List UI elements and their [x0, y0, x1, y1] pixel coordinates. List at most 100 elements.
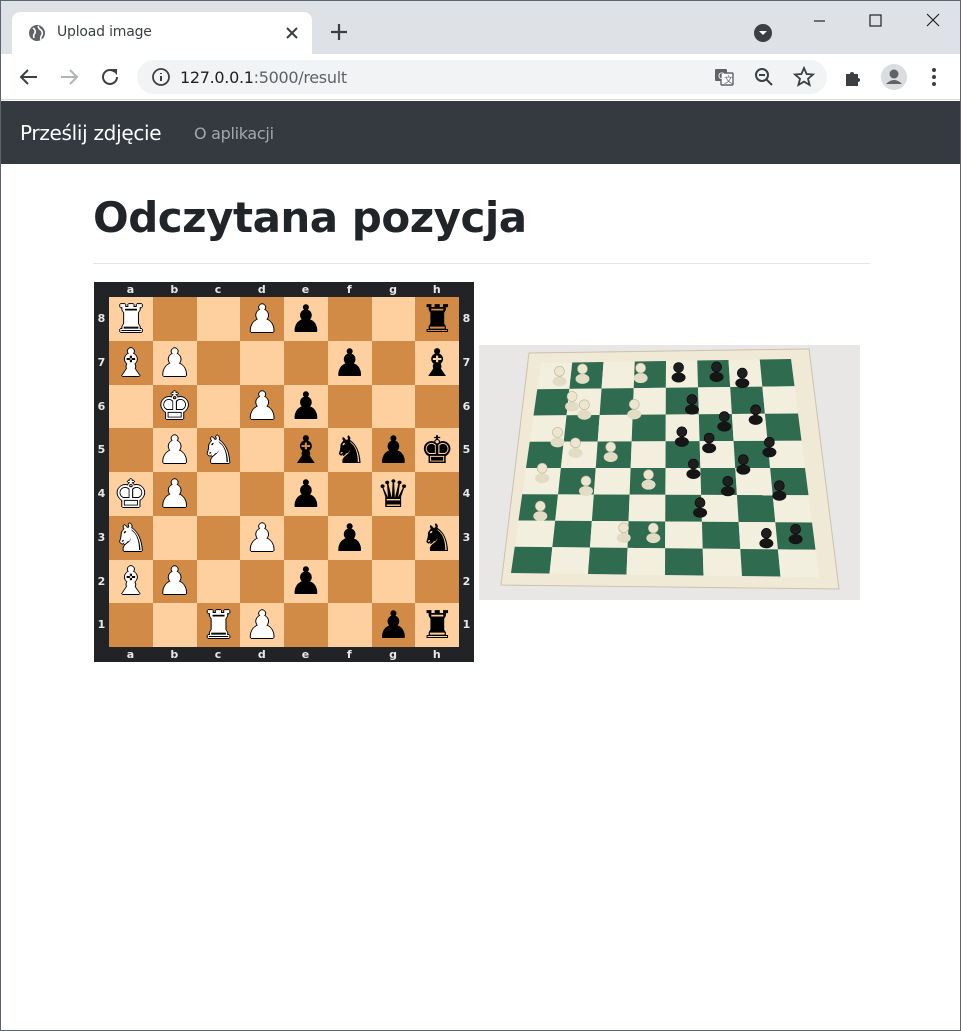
- forward-arrow-icon[interactable]: [57, 65, 81, 89]
- black-king-icon: ♚: [420, 428, 455, 473]
- square-c8: [196, 297, 241, 341]
- black-pawn-icon: ♟: [376, 603, 411, 648]
- white-photo-piece: [577, 409, 592, 420]
- black-photo-piece-head: [722, 475, 734, 487]
- white-photo-piece-head: [554, 366, 565, 377]
- square-h2: [415, 559, 459, 604]
- file-label-h: h: [432, 283, 441, 296]
- file-label-f: f: [346, 648, 352, 661]
- black-queen-icon: ♛: [376, 471, 411, 516]
- info-icon[interactable]: [149, 65, 173, 89]
- white-pawn-icon: ♟: [245, 296, 280, 341]
- white-photo-piece: [633, 373, 648, 384]
- minimize-icon[interactable]: [807, 9, 831, 33]
- zoom-out-icon[interactable]: [752, 65, 776, 89]
- maximize-icon[interactable]: [863, 9, 887, 33]
- white-photo-piece-head: [536, 462, 548, 474]
- white-photo-piece-head: [577, 363, 588, 375]
- black-photo-piece-head: [761, 528, 772, 539]
- nav-link-about[interactable]: O aplikacji: [194, 124, 274, 143]
- white-photo-piece: [568, 447, 583, 458]
- url-host: 127.0.0.1: [180, 68, 254, 87]
- rank-label-4: 4: [462, 487, 471, 500]
- square-g7: [371, 340, 416, 385]
- black-photo-piece-head: [688, 458, 699, 470]
- white-rook-icon: ♜: [201, 603, 236, 648]
- tab-search-icon[interactable]: [753, 23, 773, 43]
- translate-icon[interactable]: G 文: [712, 65, 736, 89]
- black-photo-piece: [735, 378, 750, 389]
- square-b5: ♟: [152, 428, 197, 472]
- square-e8: ♟: [284, 297, 328, 341]
- navbar-brand-link[interactable]: Prześlij zdjęcie: [20, 121, 162, 145]
- more-menu-icon[interactable]: [922, 65, 946, 89]
- square-f3: ♟: [327, 515, 372, 560]
- close-window-icon[interactable]: [921, 9, 945, 33]
- square-g2: [371, 559, 416, 604]
- rank-label-2: 2: [462, 574, 471, 588]
- file-label-e: e: [301, 283, 310, 296]
- square-c4: [196, 472, 241, 516]
- white-pawn-icon: ♟: [157, 471, 192, 516]
- rank-label-8: 8: [462, 312, 471, 325]
- square-h3: ♞: [415, 515, 459, 560]
- square-a8: ♜: [109, 297, 153, 341]
- black-bishop-icon: ♝: [288, 428, 323, 473]
- new-tab-icon[interactable]: [328, 21, 350, 43]
- profile-avatar-icon[interactable]: [880, 63, 908, 91]
- rank-label-5: 5: [462, 443, 471, 457]
- address-bar[interactable]: 127.0.0.1:5000/result G 文: [137, 60, 827, 94]
- white-photo-piece-head: [579, 399, 590, 411]
- chessboard-photo: [479, 345, 860, 600]
- rank-label-7: 7: [97, 355, 106, 369]
- black-photo-piece: [748, 414, 763, 425]
- close-tab-icon[interactable]: [283, 24, 301, 42]
- square-f4: [327, 472, 372, 516]
- white-photo-piece-head: [628, 399, 640, 410]
- black-photo-piece-head: [711, 361, 722, 373]
- black-photo-piece-head: [750, 404, 761, 416]
- black-photo-piece-head: [686, 394, 698, 405]
- white-pawn-icon: ♟: [245, 515, 280, 560]
- heading-divider: [93, 263, 870, 264]
- white-photo-piece: [579, 485, 594, 496]
- white-photo-piece-head: [635, 362, 646, 374]
- white-pawn-icon: ♟: [245, 384, 280, 429]
- square-b2: ♟: [152, 559, 197, 604]
- black-bishop-icon: ♝: [420, 340, 455, 385]
- white-photo-piece: [646, 533, 661, 544]
- file-label-b: b: [170, 648, 179, 661]
- extensions-puzzle-icon[interactable]: [842, 65, 866, 89]
- square-f8: [327, 297, 372, 341]
- white-photo-piece: [641, 479, 656, 490]
- app-navbar: Prześlij zdjęcie O aplikacji: [1, 101, 960, 164]
- square-d3: ♟: [240, 515, 284, 560]
- square-g5: ♟: [371, 428, 416, 472]
- white-photo-piece: [550, 437, 565, 448]
- square-b3: [152, 515, 197, 560]
- square-h1: ♜: [415, 603, 459, 647]
- square-f6: [327, 384, 372, 429]
- black-photo-piece-head: [703, 432, 715, 444]
- square-c1: ♜: [196, 603, 241, 648]
- square-d7: [240, 340, 284, 385]
- reload-icon[interactable]: [98, 65, 122, 89]
- svg-text:文: 文: [724, 74, 733, 86]
- browser-tab[interactable]: Upload image: [12, 12, 312, 54]
- square-e4: ♟: [284, 472, 328, 516]
- black-photo-piece: [693, 507, 708, 518]
- square-g6: [371, 384, 416, 429]
- rank-label-6: 6: [97, 399, 106, 413]
- bookmark-star-icon[interactable]: [792, 65, 816, 89]
- square-a5: [109, 428, 153, 472]
- black-photo-piece: [717, 421, 732, 432]
- square-d6: ♟: [240, 384, 284, 429]
- file-label-d: d: [257, 283, 266, 296]
- back-arrow-icon[interactable]: [17, 65, 41, 89]
- black-photo-piece: [709, 371, 724, 382]
- square-a2: ♝: [109, 559, 153, 604]
- browser-toolbar: 127.0.0.1:5000/result G 文: [1, 54, 960, 100]
- square-b1: [152, 603, 197, 647]
- square-b6: ♚: [152, 384, 197, 429]
- white-bishop-icon: ♝: [113, 559, 148, 604]
